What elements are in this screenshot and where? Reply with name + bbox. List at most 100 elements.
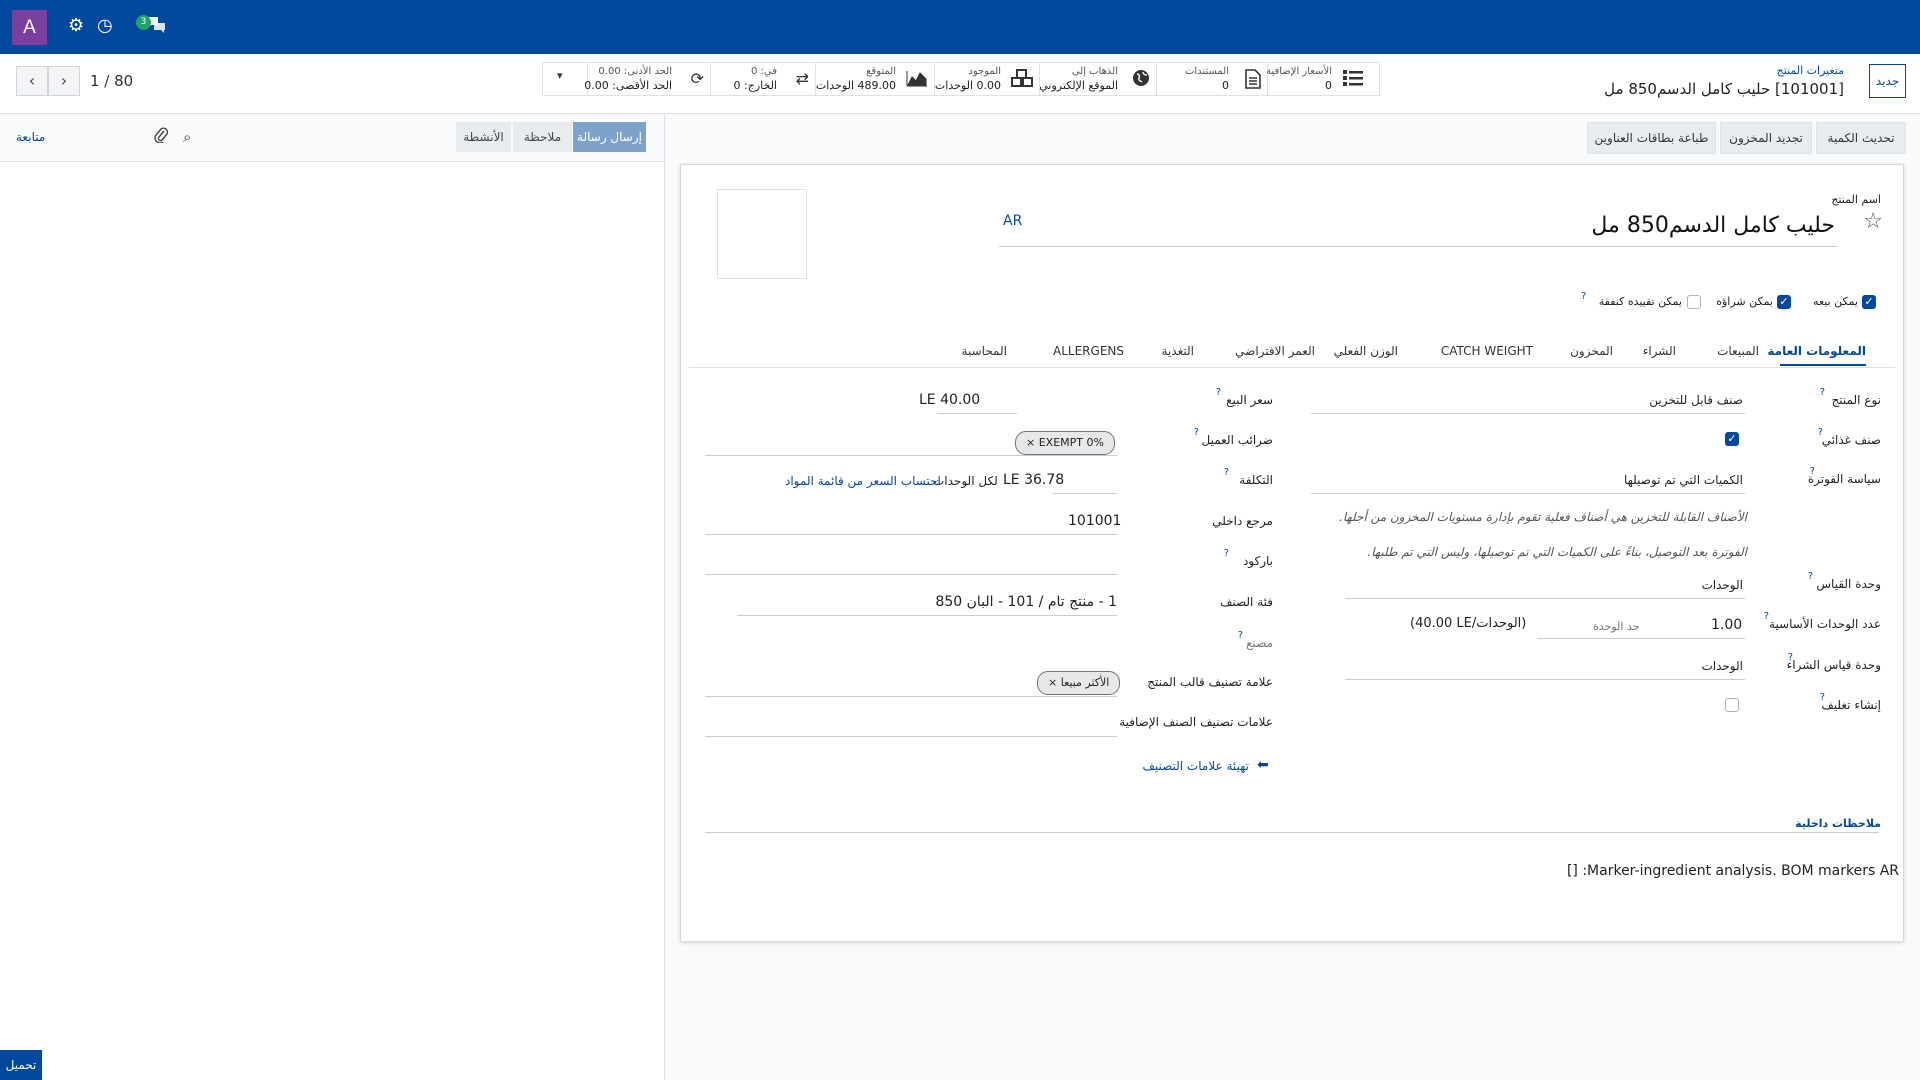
search-icon[interactable]: ⌕ (183, 128, 191, 146)
food-product-label: صنف غذائي (1821, 433, 1881, 447)
help-icon[interactable]: ? (1810, 466, 1815, 477)
tab-nutrition[interactable]: التغذية (1162, 344, 1194, 358)
smart-button-website[interactable]: الذهاب إلى الموقع الإلكتروني (1039, 63, 1156, 95)
product-type-select[interactable]: صنف قابل للتخزين (1649, 393, 1743, 407)
previous-record-button[interactable]: ‹ (16, 66, 48, 96)
internal-notes-label: ملاحظات داخلية (1795, 817, 1881, 830)
help-icon[interactable]: ? (1818, 427, 1823, 438)
expense-checkbox[interactable] (1687, 295, 1701, 309)
barcode-underline (705, 574, 1117, 575)
log-note-button[interactable]: ملاحظة (513, 122, 572, 152)
compute-from-bom-link[interactable]: احتساب السعر من قائمة المواد (785, 474, 941, 488)
base-units-underline (1537, 638, 1745, 639)
replenish-button[interactable]: تجديد المخزون (1720, 122, 1812, 154)
clock-activity-icon[interactable]: ◷ (97, 14, 113, 38)
food-product-checkbox[interactable]: ✓ (1725, 432, 1739, 446)
sale-price-label: سعر البيع (1226, 393, 1273, 407)
help-icon[interactable]: ? (1238, 630, 1243, 641)
area-chart-icon (906, 69, 928, 92)
smart-more-dropdown[interactable]: ▾ (543, 63, 587, 95)
chat-count-badge: 3 (136, 15, 151, 30)
smart-button-reorder[interactable]: ⟳ الحد الأدنى: 0.00 الحد الأقصى: 0.00 (584, 63, 710, 95)
packaging-checkbox[interactable] (1725, 698, 1739, 712)
breadcrumb-parent[interactable]: متغيرات المنتج (1777, 64, 1844, 77)
category-underline (737, 615, 1117, 616)
product-name-input[interactable]: حليب كامل الدسم850 مل (1591, 213, 1835, 238)
cost-underline (1053, 493, 1117, 494)
upload-button[interactable]: تحميل (0, 1050, 42, 1080)
new-button[interactable]: جديد (1869, 64, 1906, 98)
chevron-left-icon: ‹ (28, 71, 36, 90)
breadcrumb-current: [101001] حليب كامل الدسم850 مل (1604, 80, 1844, 98)
form-sheet: اسم المنتج ☆ حليب كامل الدسم850 مل AR ✓ … (680, 164, 1904, 942)
help-icon[interactable]: ? (1820, 692, 1825, 703)
activities-button[interactable]: الأنشطة (456, 122, 511, 152)
tab-general-info[interactable]: المعلومات العامة (1767, 344, 1866, 358)
close-icon[interactable]: × (1026, 436, 1035, 449)
list-icon (1342, 69, 1364, 92)
customer-taxes-label: ضرائب العميل (1201, 433, 1273, 447)
tab-accounting[interactable]: المحاسبة (962, 344, 1007, 358)
tab-inventory[interactable]: المخزون (1570, 344, 1613, 358)
cost-per-unit-text: لكل الوحدات (933, 474, 998, 488)
help-icon[interactable]: ? (1808, 571, 1813, 582)
manufacturer-label: مصنع (1246, 636, 1273, 650)
internal-notes-text[interactable]: Marker-ingredient analysis. BOM markers … (1567, 863, 1899, 879)
smart-button-on-hand[interactable]: الموجود 0.00 الوحدات (934, 63, 1039, 95)
smart-button-box: ▾ ⟳ الحد الأدنى: 0.00 الحد الأقصى: 0.00 … (542, 62, 1380, 96)
paperclip-icon[interactable] (154, 127, 169, 147)
help-icon[interactable]: ? (1194, 427, 1199, 438)
refresh-icon: ⟳ (690, 69, 704, 88)
category-label: فئة الصنف (1219, 595, 1273, 609)
smart-button-forecasted[interactable]: المتوقع 489.00 الوحدات (815, 63, 934, 95)
product-image[interactable] (717, 189, 807, 279)
follow-button[interactable]: متابعة (16, 130, 45, 144)
next-record-button[interactable]: › (48, 66, 80, 96)
tab-sales[interactable]: المبيعات (1717, 344, 1759, 358)
invoice-policy-select[interactable]: الكميات التي تم توصيلها (1624, 473, 1743, 487)
help-icon[interactable]: ? (1216, 387, 1221, 398)
base-units-label: عدد الوحدات الأساسية (1769, 617, 1881, 631)
uom-select[interactable]: الوحدات (1701, 578, 1743, 592)
internal-ref-input[interactable]: 101001 (1068, 513, 1121, 529)
update-quantity-button[interactable]: تحديث الكمية (1816, 122, 1906, 154)
tab-purchase[interactable]: الشراء (1643, 344, 1676, 358)
tab-actual-weight[interactable]: الوزن الفعلي (1334, 344, 1398, 358)
print-labels-button[interactable]: طباعة بطاقات العناوين (1587, 122, 1716, 154)
purchase-uom-underline (1345, 679, 1745, 680)
tax-tag[interactable]: × EXEMPT 0% (1015, 431, 1115, 455)
help-icon[interactable]: ? (1224, 467, 1229, 478)
tab-shelf-life[interactable]: العمر الافتراضي (1235, 344, 1315, 358)
configure-tags-link[interactable]: تهيئة علامات التصنيف (1142, 759, 1249, 773)
taxes-underline (705, 455, 1117, 456)
help-icon[interactable]: ? (1224, 548, 1229, 559)
star-favorite-icon[interactable]: ☆ (1863, 209, 1883, 234)
close-icon[interactable]: × (1048, 676, 1057, 689)
internal-ref-label: مرجع داخلي (1212, 514, 1273, 528)
purchase-ok-checkbox[interactable]: ✓ (1777, 295, 1791, 309)
settings-cog-icon[interactable]: ⚙ (68, 14, 84, 38)
sale-ok-checkbox[interactable]: ✓ (1862, 295, 1876, 309)
uom-label: وحدة القياس (1816, 577, 1881, 591)
send-message-button[interactable]: إرسال رسالة (573, 122, 646, 152)
help-icon[interactable]: ? (1788, 652, 1793, 663)
purchase-uom-select[interactable]: الوحدات (1701, 659, 1743, 673)
base-units-input[interactable]: 1.00 (1711, 617, 1742, 633)
template-tag[interactable]: × الأكثر مبيعا (1037, 671, 1121, 695)
sale-price-input[interactable]: LE 40.00 (919, 392, 980, 408)
help-icon[interactable]: ? (1581, 291, 1586, 302)
uom-underline (1345, 598, 1745, 599)
tab-allergens[interactable]: ALLERGENS (1053, 344, 1124, 358)
smart-button-extra-prices[interactable]: الأسعار الإضافية 0 (1266, 63, 1370, 95)
pager-value[interactable]: 1 / 80 (90, 72, 133, 90)
tab-catch-weight[interactable]: CATCH WEIGHT (1441, 344, 1533, 358)
category-select[interactable]: 1 - منتج تام / 101 - البان 850 (935, 594, 1117, 610)
help-icon[interactable]: ? (1820, 387, 1825, 398)
smart-button-documents[interactable]: المستندات 0 (1156, 63, 1267, 95)
company-avatar[interactable]: A (12, 10, 47, 45)
cost-input[interactable]: LE 36.78 (1003, 472, 1064, 488)
help-icon[interactable]: ? (1764, 611, 1769, 622)
language-badge[interactable]: AR (1003, 213, 1022, 229)
smart-button-moves[interactable]: ⇄ في: 0 الخارج: 0 (710, 63, 815, 95)
chatter-panel (0, 162, 664, 1080)
